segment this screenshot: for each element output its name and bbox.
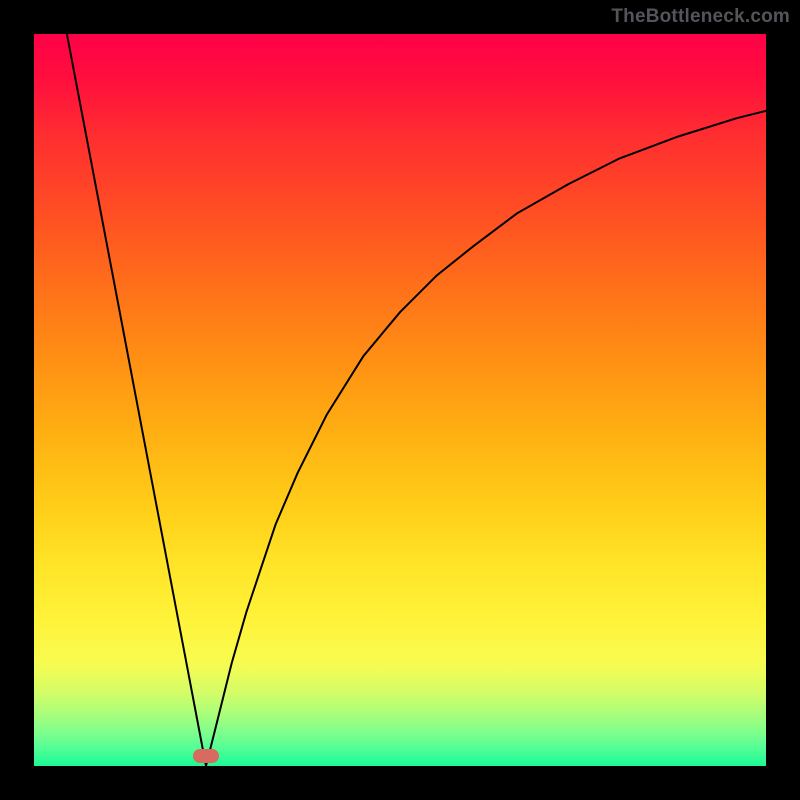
chart-frame: TheBottleneck.com	[0, 0, 800, 800]
plot-area	[34, 34, 766, 766]
curve-right	[206, 111, 766, 766]
curve-left	[67, 34, 206, 766]
minimum-marker	[193, 749, 219, 763]
curve-layer	[34, 34, 766, 766]
watermark-text: TheBottleneck.com	[611, 6, 790, 28]
